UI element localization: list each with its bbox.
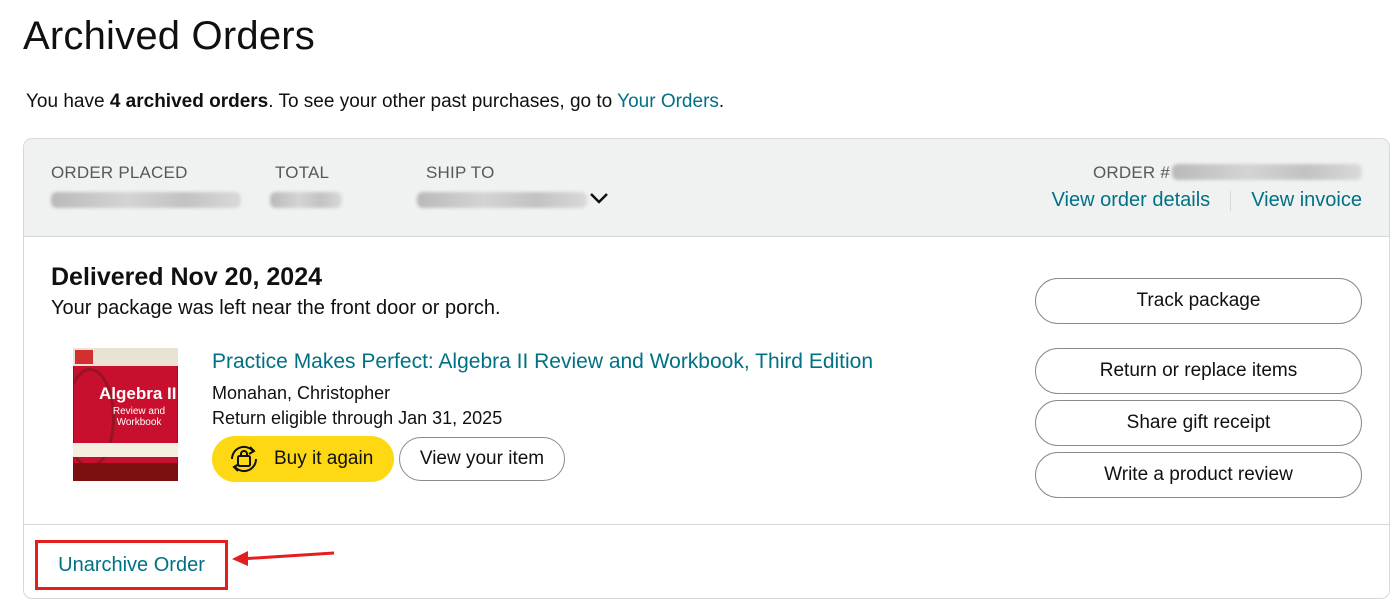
order-number-label: ORDER # <box>1093 163 1170 182</box>
return-replace-button[interactable]: Return or replace items <box>1035 348 1362 394</box>
product-author: Monahan, Christopher <box>212 383 391 403</box>
order-footer: Unarchive Order <box>24 524 1389 598</box>
write-review-button[interactable]: Write a product review <box>1035 452 1362 498</box>
chevron-down-icon[interactable] <box>589 191 609 205</box>
buy-it-again-label: Buy it again <box>274 448 374 469</box>
unarchive-order-link[interactable]: Unarchive Order <box>58 554 205 577</box>
order-card: ORDER PLACED TOTAL SHIP TO ORDER # View … <box>23 138 1390 599</box>
summary-mid: . To see your other past purchases, go t… <box>268 91 618 112</box>
page-title: Archived Orders <box>23 14 315 58</box>
delivery-status: Delivered Nov 20, 2024 <box>51 263 322 291</box>
buy-it-again-button[interactable]: Buy it again <box>212 436 394 482</box>
archived-count: 4 archived orders <box>109 91 269 112</box>
summary-prefix: You have <box>26 91 110 112</box>
archived-summary: You have 4 archived orders. To see your … <box>26 91 724 113</box>
buy-again-icon <box>230 445 258 473</box>
cover-title: Algebra II <box>99 384 177 403</box>
track-package-button[interactable]: Track package <box>1035 278 1362 324</box>
ship-to-redacted[interactable] <box>417 192 587 208</box>
view-order-details-link[interactable]: View order details <box>1052 189 1211 212</box>
total-label: TOTAL <box>275 163 330 182</box>
order-date-redacted <box>51 192 241 208</box>
cover-subtitle: Review and Workbook <box>112 406 166 428</box>
ship-to-label: SHIP TO <box>426 163 495 182</box>
link-divider <box>1230 190 1232 211</box>
view-invoice-link[interactable]: View invoice <box>1251 189 1362 212</box>
share-gift-receipt-button[interactable]: Share gift receipt <box>1035 400 1362 446</box>
order-placed-label: ORDER PLACED <box>51 163 188 182</box>
view-your-item-button[interactable]: View your item <box>399 437 565 481</box>
your-orders-link[interactable]: Your Orders <box>617 91 719 112</box>
order-number-redacted <box>1172 164 1362 180</box>
order-header: ORDER PLACED TOTAL SHIP TO ORDER # View … <box>24 139 1389 237</box>
order-header-links: View order details View invoice <box>1052 189 1362 212</box>
annotation-arrow-icon <box>232 551 335 566</box>
annotation-highlight-box: Unarchive Order <box>35 540 228 590</box>
delivery-note: Your package was left near the front doo… <box>51 297 501 319</box>
summary-end: . <box>718 91 725 112</box>
product-title-link[interactable]: Practice Makes Perfect: Algebra II Revie… <box>212 350 873 374</box>
return-eligibility: Return eligible through Jan 31, 2025 <box>212 408 503 428</box>
product-image[interactable]: Algebra II Review and Workbook <box>73 348 178 481</box>
total-redacted <box>270 192 342 208</box>
